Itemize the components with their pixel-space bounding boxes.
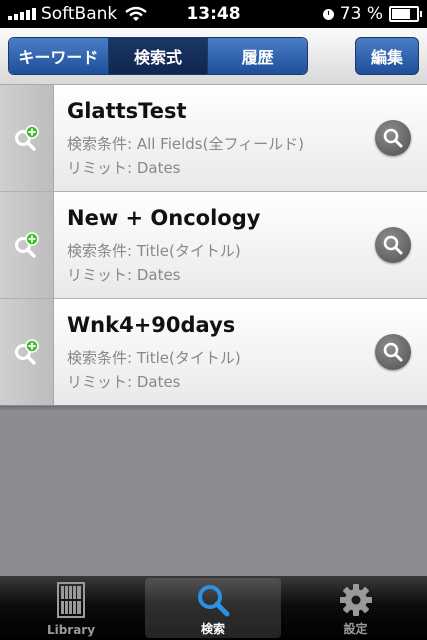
search-title: GlattsTest [67,99,187,123]
list-item[interactable]: GlattsTest 検索条件: All Fields(全フィールド) リミット… [0,85,427,192]
add-search-icon [14,232,39,258]
add-search-button[interactable] [0,192,54,298]
add-search-icon [14,125,39,151]
search-condition: 検索条件: Title(タイトル) [67,349,241,367]
alarm-clock-icon [322,8,334,20]
bookshelf-icon [57,582,85,618]
list-item[interactable]: New + Oncology 検索条件: Title(タイトル) リミット: D… [0,192,427,299]
run-search-button[interactable] [375,120,411,156]
run-search-button[interactable] [375,227,411,263]
magnifier-icon [383,342,403,362]
segment-history[interactable]: 履歴 [208,38,307,74]
magnifier-icon [383,235,403,255]
segment-search-expression[interactable]: 検索式 [108,38,209,74]
list-item[interactable]: Wnk4+90days 検索条件: Title(タイトル) リミット: Date… [0,299,427,406]
magnifier-icon [383,128,403,148]
add-search-icon [14,339,39,365]
status-bar: SoftBank 13:48 73 % [0,0,427,28]
tab-settings[interactable]: 設定 [284,576,427,640]
search-title: Wnk4+90days [67,313,236,337]
add-search-button[interactable] [0,85,54,191]
magnifier-icon [198,585,230,617]
run-search-button[interactable] [375,334,411,370]
search-condition: 検索条件: All Fields(全フィールド) [67,135,305,153]
search-limit: リミット: Dates [67,373,181,391]
search-limit: リミット: Dates [67,266,181,284]
battery-icon [389,6,422,22]
search-condition: 検索条件: Title(タイトル) [67,242,241,260]
list-shadow [0,405,427,411]
tab-bar: Library 検索 設定 [0,576,427,640]
search-mode-segmented-control: キーワード 検索式 履歴 [8,37,308,75]
saved-search-list: GlattsTest 検索条件: All Fields(全フィールド) リミット… [0,85,427,406]
gear-icon [339,584,372,616]
tab-search[interactable]: 検索 [142,576,284,640]
edit-button[interactable]: 編集 [355,37,419,75]
search-limit: リミット: Dates [67,159,181,177]
toolbar: キーワード 検索式 履歴 編集 [0,28,427,85]
battery-percent: 73 % [339,4,383,24]
tab-search-label: 検索 [200,622,225,636]
tab-library[interactable]: Library [0,576,142,640]
segment-keyword[interactable]: キーワード [9,38,109,74]
add-search-button[interactable] [0,299,54,405]
tab-settings-label: 設定 [343,622,368,636]
search-title: New + Oncology [67,206,261,230]
status-right: 73 % [322,4,422,24]
tab-library-label: Library [46,623,96,637]
